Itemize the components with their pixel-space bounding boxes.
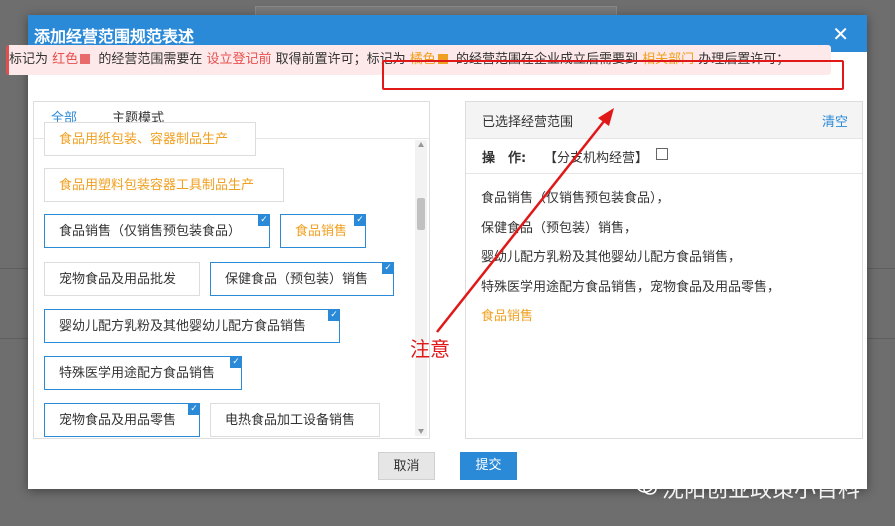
scope-item-label: 食品销售（仅销售预包装食品） [59,224,242,239]
scope-item[interactable]: 食品用塑料包装容器工具制品生产 [44,168,284,202]
attention-label: 注意 [410,337,450,361]
red-square-icon [80,54,91,64]
scope-item[interactable]: 宠物食品及用品零售 ✓ [44,403,200,437]
selected-scope-item: 食品销售 [481,309,534,324]
check-icon: ✓ [382,262,394,274]
notice-red-word: 红色 [52,52,79,67]
branch-operation-label: 【分支机构经营】 [544,151,649,166]
wechat-icon [636,477,657,495]
scope-item[interactable]: 食品销售（仅销售预包装食品） ✓ [44,214,270,248]
selected-scope-item: 婴幼儿配方乳粉及其他婴幼儿配方食品销售， [481,250,742,265]
clear-link[interactable]: 清空 [822,111,848,130]
selected-panel-header: 已选择经营范围 清空 [466,102,862,139]
scroll-down-icon[interactable] [418,429,424,434]
operation-label: 操 作: [482,151,527,166]
selected-scope-item: 食品销售（仅销售预包装食品）， [481,191,670,206]
scope-item-label: 食品销售 [295,224,348,239]
scope-item[interactable]: 特殊医学用途配方食品销售 ✓ [44,356,242,390]
selected-panel-title: 已选择经营范围 [482,115,574,130]
notice-red-phrase: 设立登记前 [206,52,272,67]
scope-item[interactable]: 电热食品加工设备销售 [210,403,380,437]
check-icon: ✓ [328,309,340,321]
vertical-scrollbar[interactable] [415,140,427,436]
check-icon: ✓ [258,214,270,226]
scope-item-label: 宠物食品及用品零售 [59,413,177,428]
close-icon[interactable]: ✕ [832,22,849,46]
selected-scope-item: 保健食品（预包装）销售， [481,220,638,236]
scroll-up-icon[interactable] [418,142,424,147]
scope-item-label: 电热食品加工设备销售 [225,413,356,428]
check-icon: ✓ [230,356,242,368]
scope-item-label: 食品用塑料包装容器工具制品生产 [59,178,255,193]
scope-catalog-panel: 全部 主题模式 食品用纸包装、容器制品生产 食品用塑料包装容器工具制品生产 食品… [33,101,430,439]
scope-item-label: 婴幼儿配方乳粉及其他婴幼儿配方食品销售 [59,319,307,334]
operation-row: 操 作: 【分支机构经营】 [466,139,862,174]
scope-item-label: 特殊医学用途配方食品销售 [59,366,216,381]
check-icon: ✓ [354,214,366,226]
scroll-thumb[interactable] [417,198,425,230]
scope-item-label: 食品用纸包装、容器制品生产 [59,132,229,147]
scope-item[interactable]: 食品用纸包装、容器制品生产 [44,122,256,156]
scope-item[interactable]: 宠物食品及用品批发 [44,262,200,296]
scope-item[interactable]: 婴幼儿配方乳粉及其他婴幼儿配方食品销售 ✓ [44,309,340,343]
watermark: 沈阳创业政策小百科 [662,478,861,503]
scope-item-label: 宠物食品及用品批发 [59,272,177,287]
notice-text: 标记为 [9,52,49,67]
branch-operation-checkbox[interactable] [656,148,668,160]
check-icon: ✓ [188,403,200,415]
scope-item-label: 保健食品（预包装）销售 [225,272,369,287]
cancel-button[interactable]: 取消 [378,452,435,480]
selected-scope-item: 特殊医学用途配方食品销售，宠物食品及用品零售， [481,279,781,295]
scope-item[interactable]: 食品销售 ✓ [280,214,366,248]
scope-item[interactable]: 保健食品（预包装）销售 ✓ [210,262,394,296]
annotation-highlight-box [382,60,844,90]
dialog-title: 添加经营范围规范表述 [34,27,195,46]
selected-scope-list: 食品销售（仅销售预包装食品）， 保健食品（预包装）销售， 婴幼儿配方乳粉及其他婴… [481,184,780,332]
notice-text: 的经营范围需要在 [98,52,203,67]
submit-button[interactable]: 提交 [460,452,517,480]
